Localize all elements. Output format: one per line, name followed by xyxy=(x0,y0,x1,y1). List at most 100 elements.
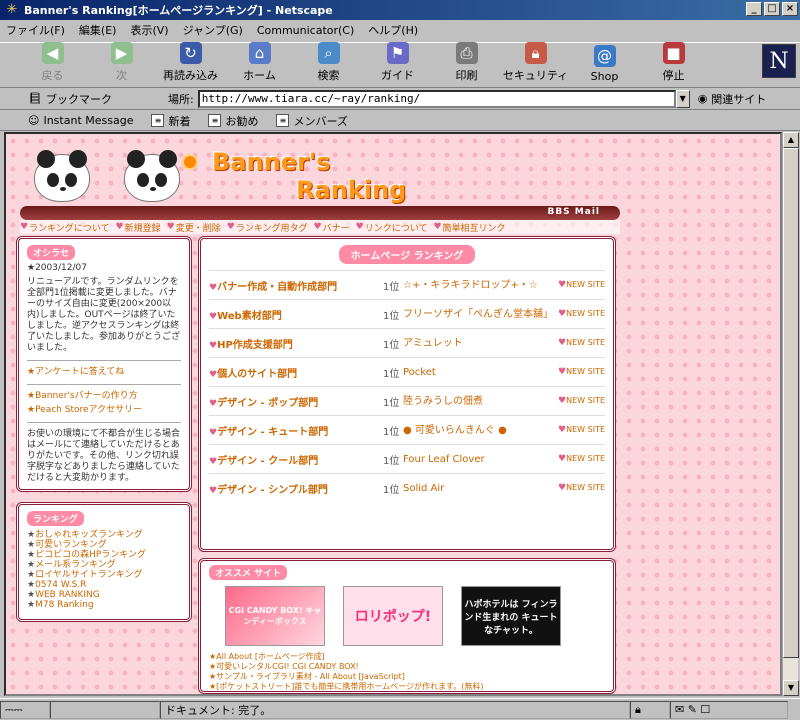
site-logo[interactable]: Banner's Ranking BBS Mail xyxy=(20,148,620,220)
ranking-link[interactable]: ★M78 Ranking xyxy=(27,600,181,610)
ranking-link[interactable]: ★ロイヤルサイトランキング xyxy=(27,570,181,580)
related-icon: ◉ xyxy=(697,92,708,105)
recommended-link[interactable]: ★可愛いレンタルCGI! CGI CANDY BOX! xyxy=(209,662,605,672)
ranking-row: ♥デザイン - キュート部門 1位 ● 可愛いらんきんぐ ● ♥NEW SITE xyxy=(209,415,605,444)
print-button[interactable]: ⎙ 印刷 xyxy=(432,42,501,87)
category-link[interactable]: ♥デザイン - シンプル部門 xyxy=(209,481,383,496)
ranking-row: ♥HP作成支援部門 1位 アミュレット ♥NEW SITE xyxy=(209,328,605,357)
recommended-link[interactable]: ★[ポケットストリート]誰でも簡単に携帯用ホームページが作れます。(無料) xyxy=(209,682,605,692)
site-link[interactable]: ● 可愛いらんきんぐ ● xyxy=(403,425,553,436)
new-link[interactable]: ≡ 新着 xyxy=(151,113,190,129)
menu-help[interactable]: ヘルプ(H) xyxy=(368,22,418,38)
recommended-sites-box: オススメ サイト CGI CANDY BOX! キャンディーボックス ロリポップ… xyxy=(198,558,616,694)
site-link[interactable]: フリーソザイ「ぺんぎん堂本舗」 xyxy=(403,309,553,320)
recommended-link[interactable]: ★All About [ホームページ作成] xyxy=(209,652,605,662)
url-input[interactable]: http://www.tiara.cc/~ray/ranking/ xyxy=(197,89,676,108)
lolipop-banner[interactable]: ロリポップ! xyxy=(343,586,443,646)
scroll-up-arrow[interactable]: ▲ xyxy=(783,132,799,148)
peach-store-link[interactable]: ★Peach Storeアクセサリー xyxy=(27,405,181,416)
category-link[interactable]: ♥デザイン - ポップ部門 xyxy=(209,394,383,409)
nav-about-links[interactable]: ♥ リンクについて xyxy=(356,220,428,234)
habbo-hotel-banner[interactable]: ハポホテルは フィンランド生まれの キュートなチャット。 xyxy=(461,586,561,646)
maximize-button[interactable]: □ xyxy=(764,2,780,16)
menu-edit[interactable]: 編集(E) xyxy=(79,22,117,38)
component-icons[interactable]: ✉ ✎ ☐ xyxy=(670,700,788,719)
rank-position: 1位 xyxy=(383,339,400,351)
category-link[interactable]: ♥HP作成支援部門 xyxy=(209,336,383,351)
nav-about-ranking[interactable]: ♥ ランキングについて xyxy=(20,220,110,234)
window-title: Banner's Ranking[ホームページランキング] - Netscape xyxy=(24,4,333,17)
site-link[interactable]: アミュレット xyxy=(403,338,553,349)
netscape-logo[interactable]: N xyxy=(762,44,796,78)
new-site-link[interactable]: ♥NEW SITE xyxy=(558,338,605,348)
home-button[interactable]: ⌂ ホーム xyxy=(225,42,294,87)
nav-ranking-tag[interactable]: ♥ ランキング用タグ xyxy=(227,220,308,234)
candy-box-banner[interactable]: CGI CANDY BOX! キャンディーボックス xyxy=(225,586,325,646)
security-icon: 🔒︎ xyxy=(630,700,670,719)
nav-mutual-link[interactable]: ♥ 簡単相互リンク xyxy=(433,220,505,234)
rank-position: 1位 xyxy=(383,426,400,438)
related-sites-button[interactable]: ◉ 関連サイト xyxy=(698,91,767,107)
category-link[interactable]: ♥Web素材部門 xyxy=(209,307,383,322)
back-button[interactable]: ◀ 戻る xyxy=(18,42,87,87)
category-link[interactable]: ♥バナー作成・自動作成部門 xyxy=(209,278,383,293)
ranking-row: ♥Web素材部門 1位 フリーソザイ「ぺんぎん堂本舗」 ♥NEW SITE xyxy=(209,299,605,328)
bookmarks-button[interactable]: 📘︎ ブックマーク xyxy=(28,91,112,107)
homepage-ranking-box: ホームページ ランキング ♥バナー作成・自動作成部門 1位 ☆+・キラキラドロップ+… xyxy=(198,236,616,552)
menu-communicator[interactable]: Communicator(C) xyxy=(257,24,354,37)
ranking-row: ♥デザイン - クール部門 1位 Four Leaf Clover ♥NEW SITE xyxy=(209,444,605,473)
instant-message-link[interactable]: ☺ Instant Message xyxy=(28,114,133,127)
new-site-link[interactable]: ♥NEW SITE xyxy=(558,454,605,464)
site-link[interactable]: Four Leaf Clover xyxy=(403,454,553,465)
ranking-link[interactable]: ★おしゃれキッズランキング xyxy=(27,530,181,540)
scroll-down-arrow[interactable]: ▼ xyxy=(783,680,799,696)
new-site-link[interactable]: ♥NEW SITE xyxy=(558,425,605,435)
guide-button[interactable]: ⚑ ガイド xyxy=(363,42,432,87)
ranking-link[interactable]: ★WEB RANKING xyxy=(27,590,181,600)
security-button[interactable]: 🔒︎ セキュリティ xyxy=(501,42,570,87)
connection-icon: ⎓⎓ xyxy=(0,700,50,719)
ranking-row: ♥個人のサイト部門 1位 Pocket ♥NEW SITE xyxy=(209,357,605,386)
minimize-button[interactable]: _ xyxy=(746,2,762,16)
ranking-link[interactable]: ★可愛いランキング xyxy=(27,540,181,550)
recommend-link[interactable]: ≡ お勧め xyxy=(208,113,258,129)
reload-button[interactable]: ↻ 再読み込み xyxy=(156,42,225,87)
new-site-link[interactable]: ♥NEW SITE xyxy=(558,483,605,493)
nav-register[interactable]: ♥ 新規登録 xyxy=(116,220,161,234)
category-link[interactable]: ♥デザイン - クール部門 xyxy=(209,452,383,467)
ranking-link[interactable]: ★ピコピコの森HPランキング xyxy=(27,550,181,560)
members-link[interactable]: ≡ メンバーズ xyxy=(276,113,348,129)
menu-go[interactable]: ジャンプ(G) xyxy=(183,22,243,38)
url-dropdown-button[interactable]: ▼ xyxy=(675,89,690,108)
new-site-link[interactable]: ♥NEW SITE xyxy=(558,309,605,319)
new-site-link[interactable]: ♥NEW SITE xyxy=(558,280,605,290)
vertical-scrollbar[interactable]: ▲ ▼ xyxy=(782,132,799,696)
search-button[interactable]: ⌕ 検索 xyxy=(294,42,363,87)
stop-button[interactable]: ■ 停止 xyxy=(639,42,708,87)
scroll-thumb[interactable] xyxy=(783,148,799,658)
site-link[interactable]: Solid Air xyxy=(403,483,553,494)
enquete-link[interactable]: ★アンケートに答えてね xyxy=(27,367,181,378)
banner-howto-link[interactable]: ★Banner'sバナーの作り方 xyxy=(27,391,181,402)
site-link[interactable]: Pocket xyxy=(403,367,553,378)
site-link[interactable]: 陸うみうしの佃煮 xyxy=(403,396,553,407)
nav-banner[interactable]: ♥ バナー xyxy=(314,220,350,234)
new-site-link[interactable]: ♥NEW SITE xyxy=(558,367,605,377)
category-link[interactable]: ♥個人のサイト部門 xyxy=(209,365,383,380)
close-button[interactable]: × xyxy=(782,2,798,16)
ranking-link[interactable]: ★メール系ランキング xyxy=(27,560,181,570)
netscape-icon: ✳ xyxy=(6,2,18,17)
page-icon: ≡ xyxy=(208,114,222,127)
new-site-link[interactable]: ♥NEW SITE xyxy=(558,396,605,406)
page-content: Banner's Ranking BBS Mail ♥ ランキングについて ♥ 新規… xyxy=(4,132,782,696)
recommended-link[interactable]: ★サンプル・ライブラリ素材 - All About [JavaScript] xyxy=(209,672,605,682)
bbs-mail-links[interactable]: BBS Mail xyxy=(547,207,600,217)
category-link[interactable]: ♥デザイン - キュート部門 xyxy=(209,423,383,438)
forward-button[interactable]: ▶ 次 xyxy=(87,42,156,87)
menu-file[interactable]: ファイル(F) xyxy=(6,22,65,38)
site-link[interactable]: ☆+・キラキラドロップ+・☆ xyxy=(403,280,553,291)
menu-view[interactable]: 表示(V) xyxy=(130,22,168,38)
ranking-link[interactable]: ★0574 W.S.R xyxy=(27,580,181,590)
shop-button[interactable]: @ Shop xyxy=(570,43,639,87)
nav-edit-delete[interactable]: ♥ 変更・削除 xyxy=(167,220,221,234)
